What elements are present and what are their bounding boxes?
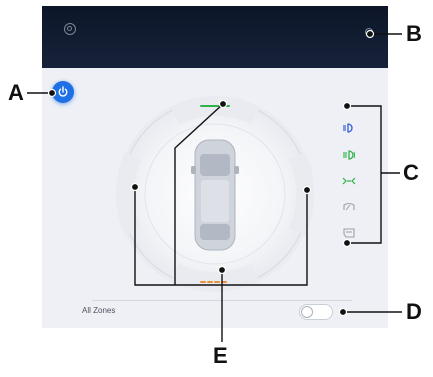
callout-d: D (406, 299, 422, 324)
callout-e: E (213, 343, 228, 368)
callout-b: B (406, 21, 422, 46)
callout-lines (27, 29, 402, 342)
callout-a: A (8, 80, 24, 105)
callout-c: C (403, 160, 419, 185)
